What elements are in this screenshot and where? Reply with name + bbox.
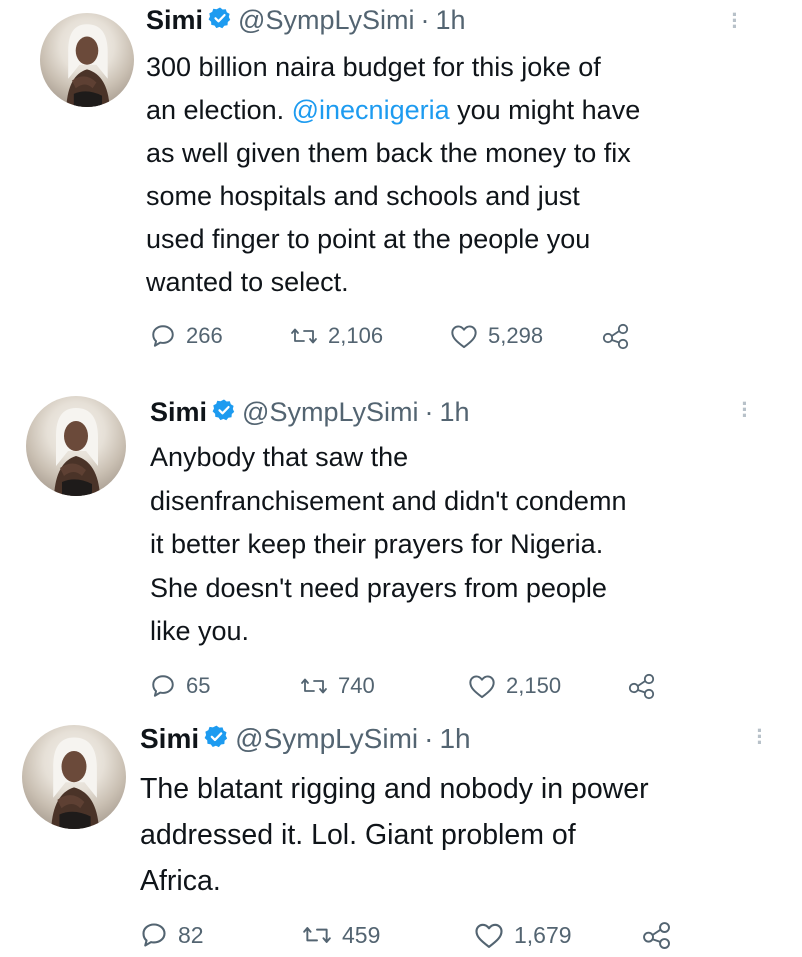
tweet-header: Simi @SympLySimi · 1h <box>146 6 766 34</box>
verified-badge-icon <box>208 6 232 35</box>
reply-button[interactable]: 82 <box>140 921 302 949</box>
author-name[interactable]: Simi <box>146 6 203 34</box>
reply-icon <box>152 325 174 347</box>
retweet-button[interactable]: 2,106 <box>290 323 450 349</box>
avatar[interactable] <box>40 13 134 107</box>
reply-icon <box>152 675 174 697</box>
retweet-count: 740 <box>338 673 375 698</box>
author-name[interactable]: Simi <box>140 725 199 753</box>
heart-icon <box>475 923 503 948</box>
verified-badge-icon <box>212 398 236 427</box>
tweet-content: Simi @SympLySimi · 1h Anybody that saw t… <box>150 398 770 654</box>
tweet-text: Anybody that saw the disenfranchisement … <box>150 442 627 646</box>
avatar-photo-icon <box>66 24 110 107</box>
tweet-text-part: you might have as well given them back t… <box>146 95 641 297</box>
tweet-actions: 82 459 1,679 <box>140 920 672 950</box>
separator-dot: · <box>420 4 430 35</box>
retweet-icon <box>301 678 327 694</box>
separator-dot: · <box>424 723 434 754</box>
like-count: 1,679 <box>514 921 572 948</box>
author-handle[interactable]: @SympLySimi <box>235 725 418 753</box>
avatar-photo-icon <box>54 408 100 496</box>
avatar[interactable] <box>22 725 126 829</box>
retweet-icon <box>303 927 331 943</box>
reply-button[interactable]: 65 <box>150 673 300 699</box>
retweet-button[interactable]: 740 <box>300 673 468 699</box>
share-button[interactable] <box>640 920 672 950</box>
reply-count: 266 <box>186 323 223 348</box>
heart-icon <box>451 325 477 349</box>
like-button[interactable]: 5,298 <box>450 323 600 349</box>
more-options-icon[interactable]: · · · <box>730 4 740 38</box>
reply-button[interactable]: 266 <box>150 323 290 349</box>
share-button[interactable] <box>600 322 630 350</box>
avatar[interactable] <box>26 396 126 496</box>
verified-badge-icon <box>204 724 229 754</box>
tweet-content: Simi @SympLySimi · 1h The blatant riggin… <box>140 724 790 904</box>
heart-icon <box>469 675 495 699</box>
tweet-actions: 266 2,106 5,298 <box>150 322 630 350</box>
reply-count: 65 <box>186 673 211 698</box>
author-name[interactable]: Simi <box>150 398 207 426</box>
share-icon <box>602 323 629 350</box>
like-button[interactable]: 2,150 <box>468 673 626 699</box>
tweet-feed: Simi @SympLySimi · 1h 300 billion naira … <box>0 0 802 957</box>
like-count: 2,150 <box>506 673 562 698</box>
retweet-count: 2,106 <box>328 323 384 348</box>
reply-icon <box>142 923 166 947</box>
more-options-icon[interactable]: · · · <box>755 720 765 754</box>
tweet-content: Simi @SympLySimi · 1h 300 billion naira … <box>146 6 766 304</box>
more-options-icon[interactable]: · · · <box>740 393 750 427</box>
tweet-time[interactable]: 1h <box>439 725 470 753</box>
separator-dot: · <box>424 396 434 427</box>
tweet-time[interactable]: 1h <box>435 6 465 34</box>
tweet-actions: 65 740 2,150 <box>150 672 656 700</box>
author-handle[interactable]: @SympLySimi <box>242 398 418 426</box>
author-handle[interactable]: @SympLySimi <box>238 6 414 34</box>
retweet-count: 459 <box>342 921 381 948</box>
share-icon <box>628 673 655 700</box>
share-icon <box>643 922 670 949</box>
share-button[interactable] <box>626 672 656 700</box>
retweet-icon <box>291 328 317 344</box>
tweet-text: 300 billion naira budget for this joke o… <box>146 46 766 304</box>
like-count: 5,298 <box>488 323 544 348</box>
tweet-header: Simi @SympLySimi · 1h <box>140 724 790 754</box>
retweet-button[interactable]: 459 <box>302 922 474 949</box>
like-button[interactable]: 1,679 <box>474 921 640 949</box>
tweet-text: The blatant rigging and nobody in power … <box>140 773 649 897</box>
avatar-photo-icon <box>51 737 99 829</box>
reply-count: 82 <box>178 921 204 948</box>
tweet-time[interactable]: 1h <box>439 398 469 426</box>
tweet-header: Simi @SympLySimi · 1h <box>150 398 770 426</box>
mention-link[interactable]: @inecnigeria <box>292 95 450 125</box>
